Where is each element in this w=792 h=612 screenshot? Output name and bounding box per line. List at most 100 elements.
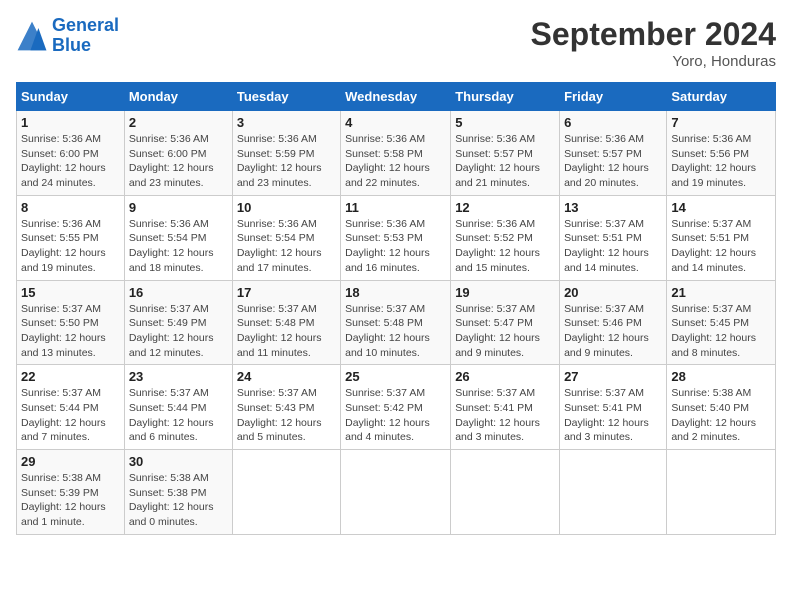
location-subtitle: Yoro, Honduras <box>531 53 776 70</box>
calendar-day-cell: 1 Sunrise: 5:36 AM Sunset: 6:00 PM Daylig… <box>17 111 125 196</box>
day-number: 26 <box>455 369 555 384</box>
day-number: 20 <box>564 285 662 300</box>
calendar-day-cell: 30 Sunrise: 5:38 AM Sunset: 5:38 PM Dayli… <box>124 450 232 535</box>
day-number: 11 <box>345 200 446 215</box>
day-number: 4 <box>345 115 446 130</box>
day-info: Sunrise: 5:36 AM Sunset: 6:00 PM Dayligh… <box>21 132 120 191</box>
day-number: 9 <box>129 200 228 215</box>
calendar-day-cell: 18 Sunrise: 5:37 AM Sunset: 5:48 PM Dayli… <box>341 280 451 365</box>
day-info: Sunrise: 5:36 AM Sunset: 5:54 PM Dayligh… <box>129 217 228 276</box>
day-info: Sunrise: 5:37 AM Sunset: 5:41 PM Dayligh… <box>564 386 662 445</box>
day-info: Sunrise: 5:38 AM Sunset: 5:39 PM Dayligh… <box>21 471 120 530</box>
day-number: 23 <box>129 369 228 384</box>
day-number: 24 <box>237 369 336 384</box>
day-info: Sunrise: 5:36 AM Sunset: 5:55 PM Dayligh… <box>21 217 120 276</box>
weekday-header: Saturday <box>667 83 776 111</box>
weekday-header: Wednesday <box>341 83 451 111</box>
day-info: Sunrise: 5:38 AM Sunset: 5:40 PM Dayligh… <box>671 386 771 445</box>
day-number: 8 <box>21 200 120 215</box>
day-info: Sunrise: 5:37 AM Sunset: 5:42 PM Dayligh… <box>345 386 446 445</box>
calendar-day-cell: 23 Sunrise: 5:37 AM Sunset: 5:44 PM Dayli… <box>124 365 232 450</box>
day-info: Sunrise: 5:36 AM Sunset: 5:57 PM Dayligh… <box>564 132 662 191</box>
calendar-day-cell: 14 Sunrise: 5:37 AM Sunset: 5:51 PM Dayli… <box>667 195 776 280</box>
calendar-day-cell: 9 Sunrise: 5:36 AM Sunset: 5:54 PM Daylig… <box>124 195 232 280</box>
day-number: 27 <box>564 369 662 384</box>
logo-icon <box>16 20 48 52</box>
calendar-week-row: 8 Sunrise: 5:36 AM Sunset: 5:55 PM Daylig… <box>17 195 776 280</box>
day-info: Sunrise: 5:36 AM Sunset: 5:58 PM Dayligh… <box>345 132 446 191</box>
calendar-day-cell: 22Sunrise: 5:37 AM Sunset: 5:44 PM Dayli… <box>17 365 125 450</box>
day-number: 5 <box>455 115 555 130</box>
day-info: Sunrise: 5:37 AM Sunset: 5:48 PM Dayligh… <box>345 302 446 361</box>
day-info: Sunrise: 5:37 AM Sunset: 5:45 PM Dayligh… <box>671 302 771 361</box>
calendar-week-row: 22 Sunrise: 5:37 AM Sunset: 5:44 PM Dayli… <box>17 365 776 450</box>
calendar-week-row: 15 Sunrise: 5:37 AM Sunset: 5:50 PM Dayli… <box>17 280 776 365</box>
calendar-day-cell: 21 Sunrise: 5:37 AM Sunset: 5:45 PM Dayli… <box>667 280 776 365</box>
title-block: September 2024 Yoro, Honduras <box>531 16 776 70</box>
day-number: 18 <box>345 285 446 300</box>
day-number: 30 <box>129 454 228 469</box>
day-number: 15 <box>21 285 120 300</box>
calendar-day-cell: 10 Sunrise: 5:36 AM Sunset: 5:54 PM Dayli… <box>232 195 340 280</box>
weekday-header: Tuesday <box>232 83 340 111</box>
day-info: Sunrise: 5:37 AM Sunset: 5:49 PM Dayligh… <box>129 302 228 361</box>
calendar-day-cell: 28 Sunrise: 5:38 AM Sunset: 5:40 PM Dayli… <box>667 365 776 450</box>
day-number: 28 <box>671 369 771 384</box>
day-number: 12 <box>455 200 555 215</box>
day-info: Sunrise: 5:36 AM Sunset: 5:53 PM Dayligh… <box>345 217 446 276</box>
day-number: 19 <box>455 285 555 300</box>
day-info: Sunrise: 5:38 AM Sunset: 5:38 PM Dayligh… <box>129 471 228 530</box>
calendar-day-cell: 20 Sunrise: 5:37 AM Sunset: 5:46 PM Dayli… <box>560 280 667 365</box>
calendar-day-cell <box>341 450 451 535</box>
day-info: Sunrise: 5:37 AM Sunset: 5:43 PM Dayligh… <box>237 386 336 445</box>
day-info: Sunrise: 5:36 AM Sunset: 6:00 PM Dayligh… <box>129 132 228 191</box>
calendar-day-cell: 24 Sunrise: 5:37 AM Sunset: 5:43 PM Dayli… <box>232 365 340 450</box>
calendar-day-cell: 4 Sunrise: 5:36 AM Sunset: 5:58 PM Daylig… <box>341 111 451 196</box>
calendar-day-cell: 7Sunrise: 5:36 AM Sunset: 5:56 PM Daylig… <box>667 111 776 196</box>
day-info: Sunrise: 5:37 AM Sunset: 5:51 PM Dayligh… <box>564 217 662 276</box>
calendar-day-cell: 13 Sunrise: 5:37 AM Sunset: 5:51 PM Dayli… <box>560 195 667 280</box>
weekday-header: Friday <box>560 83 667 111</box>
calendar-week-row: 29Sunrise: 5:38 AM Sunset: 5:39 PM Dayli… <box>17 450 776 535</box>
logo-text: General Blue <box>52 16 119 56</box>
calendar-day-cell: 6Sunrise: 5:36 AM Sunset: 5:57 PM Daylig… <box>560 111 667 196</box>
calendar-day-cell: 19 Sunrise: 5:37 AM Sunset: 5:47 PM Dayli… <box>451 280 560 365</box>
day-info: Sunrise: 5:37 AM Sunset: 5:44 PM Dayligh… <box>129 386 228 445</box>
calendar-day-cell: 26 Sunrise: 5:37 AM Sunset: 5:41 PM Dayli… <box>451 365 560 450</box>
day-info: Sunrise: 5:37 AM Sunset: 5:50 PM Dayligh… <box>21 302 120 361</box>
calendar-day-cell: 5 Sunrise: 5:36 AM Sunset: 5:57 PM Daylig… <box>451 111 560 196</box>
page-header: General Blue September 2024 Yoro, Hondur… <box>16 16 776 70</box>
day-info: Sunrise: 5:37 AM Sunset: 5:46 PM Dayligh… <box>564 302 662 361</box>
day-number: 1 <box>21 115 120 130</box>
day-info: Sunrise: 5:37 AM Sunset: 5:47 PM Dayligh… <box>455 302 555 361</box>
calendar-day-cell: 3Sunrise: 5:36 AM Sunset: 5:59 PM Daylig… <box>232 111 340 196</box>
calendar-day-cell: 11 Sunrise: 5:36 AM Sunset: 5:53 PM Dayli… <box>341 195 451 280</box>
day-number: 14 <box>671 200 771 215</box>
calendar-day-cell: 25 Sunrise: 5:37 AM Sunset: 5:42 PM Dayli… <box>341 365 451 450</box>
day-number: 21 <box>671 285 771 300</box>
day-info: Sunrise: 5:36 AM Sunset: 5:59 PM Dayligh… <box>237 132 336 191</box>
calendar-day-cell: 2Sunrise: 5:36 AM Sunset: 6:00 PM Daylig… <box>124 111 232 196</box>
day-info: Sunrise: 5:36 AM Sunset: 5:52 PM Dayligh… <box>455 217 555 276</box>
day-info: Sunrise: 5:36 AM Sunset: 5:57 PM Dayligh… <box>455 132 555 191</box>
day-info: Sunrise: 5:36 AM Sunset: 5:54 PM Dayligh… <box>237 217 336 276</box>
day-number: 22 <box>21 369 120 384</box>
calendar-day-cell: 15 Sunrise: 5:37 AM Sunset: 5:50 PM Dayli… <box>17 280 125 365</box>
calendar-day-cell: 16Sunrise: 5:37 AM Sunset: 5:49 PM Dayli… <box>124 280 232 365</box>
calendar-week-row: 1 Sunrise: 5:36 AM Sunset: 6:00 PM Daylig… <box>17 111 776 196</box>
day-number: 25 <box>345 369 446 384</box>
day-info: Sunrise: 5:37 AM Sunset: 5:41 PM Dayligh… <box>455 386 555 445</box>
weekday-header: Sunday <box>17 83 125 111</box>
day-info: Sunrise: 5:37 AM Sunset: 5:51 PM Dayligh… <box>671 217 771 276</box>
day-number: 7 <box>671 115 771 130</box>
calendar-day-cell: 12 Sunrise: 5:36 AM Sunset: 5:52 PM Dayli… <box>451 195 560 280</box>
calendar-table: SundayMondayTuesdayWednesdayThursdayFrid… <box>16 82 776 535</box>
calendar-day-cell <box>232 450 340 535</box>
calendar-day-cell: 29Sunrise: 5:38 AM Sunset: 5:39 PM Dayli… <box>17 450 125 535</box>
month-title: September 2024 <box>531 16 776 53</box>
logo: General Blue <box>16 16 119 56</box>
calendar-day-cell <box>667 450 776 535</box>
weekday-header: Thursday <box>451 83 560 111</box>
day-number: 10 <box>237 200 336 215</box>
day-number: 13 <box>564 200 662 215</box>
